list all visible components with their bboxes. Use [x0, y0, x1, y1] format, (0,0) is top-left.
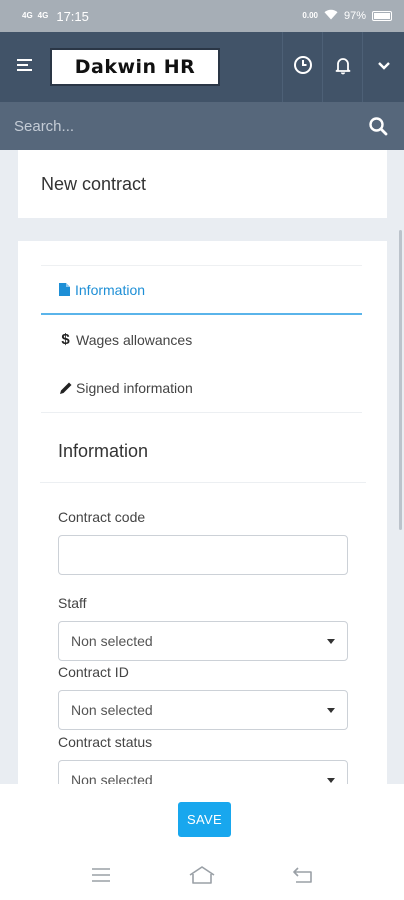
status-left: 4G 4G 17:15	[22, 9, 89, 24]
contract-id-select[interactable]: Non selected	[58, 690, 348, 730]
tab-information[interactable]: Information	[41, 266, 362, 315]
home-icon	[189, 865, 215, 889]
network-speed: 0.00	[302, 11, 318, 20]
search-input[interactable]	[14, 111, 366, 141]
contract-code-input[interactable]	[58, 535, 348, 575]
section-title: Information	[58, 441, 149, 461]
tab-label: Wages allowances	[76, 331, 193, 348]
scrollbar[interactable]	[399, 230, 402, 530]
recent-apps-icon	[91, 867, 111, 888]
divider	[40, 482, 366, 483]
document-icon	[56, 283, 73, 296]
tab-list: Information $ Wages allowances Signed in…	[41, 265, 362, 413]
caret-down-icon	[327, 777, 335, 783]
contract-status-label: Contract status	[58, 734, 153, 750]
hamburger-icon	[17, 58, 33, 76]
bell-icon	[333, 55, 353, 80]
contract-id-select-value: Non selected	[71, 702, 153, 718]
status-right: 0.00 97%	[302, 9, 392, 23]
pencil-icon	[57, 381, 74, 395]
battery-percent: 97%	[343, 10, 366, 22]
clock-icon	[293, 55, 313, 80]
save-button[interactable]: SAVE	[178, 802, 231, 837]
status-bar: 4G 4G 17:15 0.00 97%	[0, 0, 404, 32]
recent-apps-button[interactable]	[81, 862, 121, 892]
contract-id-label: Contract ID	[58, 664, 129, 680]
tab-signed-information[interactable]: Signed information	[41, 364, 362, 413]
staff-select-value: Non selected	[71, 633, 153, 649]
logo[interactable]: Dakwin HR	[50, 48, 220, 86]
user-dropdown-button[interactable]	[362, 32, 404, 102]
signal-indicator: 4G	[22, 11, 33, 20]
page-title: New contract	[41, 173, 147, 194]
caret-down-icon	[327, 707, 335, 713]
battery-icon	[372, 11, 392, 21]
tab-wages-allowances[interactable]: $ Wages allowances	[41, 315, 362, 364]
menu-button[interactable]	[0, 32, 50, 102]
search-icon[interactable]	[366, 114, 390, 138]
back-icon	[293, 866, 313, 888]
wifi-icon	[324, 9, 338, 23]
staff-label: Staff	[58, 595, 87, 611]
history-button[interactable]	[282, 32, 322, 102]
app-header: Dakwin HR	[0, 32, 404, 102]
contract-code-label: Contract code	[58, 509, 146, 525]
tab-label: Information	[75, 281, 146, 298]
search-bar	[0, 102, 404, 150]
page-title-card: New contract	[18, 150, 387, 218]
staff-select[interactable]: Non selected	[58, 621, 348, 661]
system-nav-bar	[0, 854, 404, 900]
clock: 17:15	[56, 8, 89, 24]
home-button[interactable]	[182, 862, 222, 892]
notifications-button[interactable]	[322, 32, 362, 102]
dollar-icon: $	[61, 331, 70, 348]
footer: SAVE	[0, 784, 404, 900]
contract-form-card: Information $ Wages allowances Signed in…	[18, 241, 387, 801]
battery-fill	[374, 13, 390, 19]
caret-down-icon	[327, 638, 335, 644]
header-actions	[282, 32, 404, 102]
back-button[interactable]	[283, 862, 323, 892]
signal-indicator: 4G	[37, 11, 49, 20]
chevron-down-icon	[377, 58, 391, 76]
tab-label: Signed information	[76, 380, 193, 396]
